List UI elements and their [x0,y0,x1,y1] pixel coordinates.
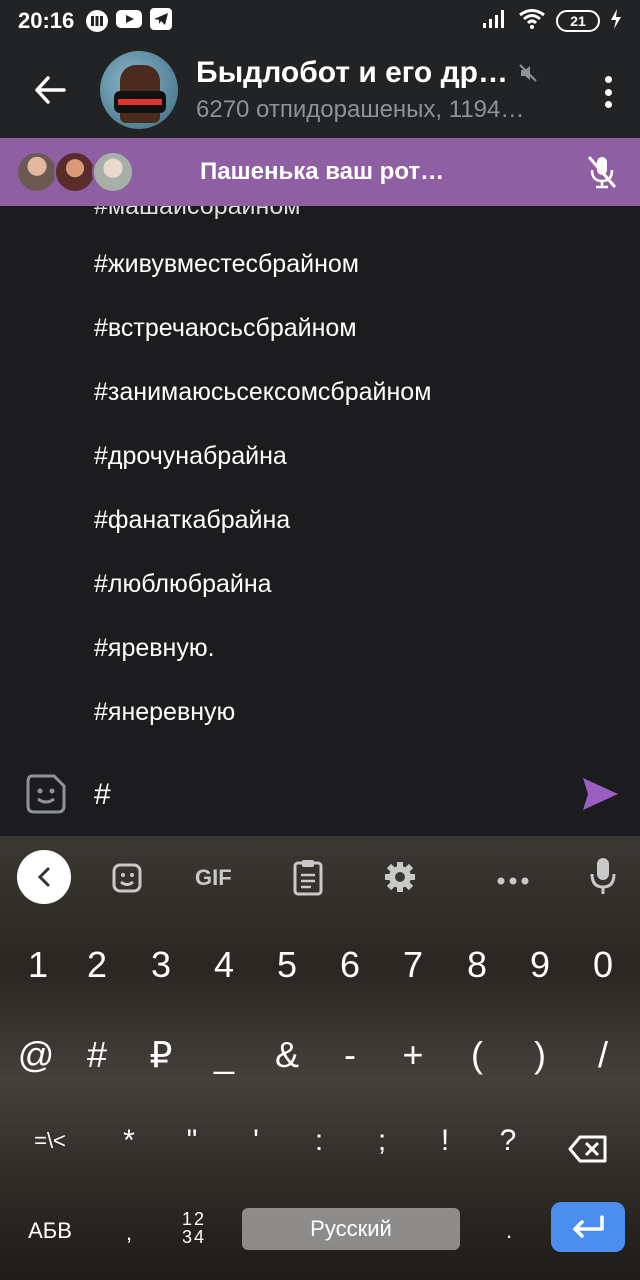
collapse-keyboard-button[interactable] [17,850,71,904]
key-minus[interactable]: - [320,1034,380,1076]
numpad-label-top: 12 [181,1209,207,1229]
muted-icon [519,64,537,82]
keyboard: GIF 1 2 3 4 5 6 7 8 9 0 @ # ₽ _ & - + ( … [0,836,640,1280]
key-single-quote[interactable]: ' [226,1124,286,1158]
participant-avatar [16,151,58,193]
gif-button[interactable]: GIF [195,865,232,891]
emoji-sticker-icon[interactable] [111,862,143,900]
key-comma[interactable]: , [99,1220,159,1246]
battery-icon: 21 [556,10,600,32]
key-more-symbols[interactable]: =\< [20,1128,80,1154]
voice-chat-title: Пашенька ваш рот… [200,158,445,185]
key-7[interactable]: 7 [383,944,443,986]
key-at[interactable]: @ [6,1034,66,1076]
message-input-bar: # [0,756,640,836]
message-text: #яревную. [94,634,215,662]
message-text: #люблюбрайна [94,570,272,598]
voice-chat-bar[interactable]: Пашенька ваш рот… [0,138,640,206]
keyboard-toolbar: GIF [0,836,640,920]
key-question[interactable]: ? [478,1124,538,1158]
key-hash[interactable]: # [67,1034,127,1076]
key-9[interactable]: 9 [510,944,570,986]
participant-avatar [54,151,96,193]
key-asterisk[interactable]: * [99,1124,159,1158]
more-horizontal-icon[interactable] [496,866,530,892]
charging-icon [610,8,622,34]
key-double-quote[interactable]: " [162,1124,222,1158]
chat-title: Быдлобот и его др… [196,56,508,89]
enter-arrow-icon [573,1215,604,1238]
backspace-icon[interactable] [558,1130,618,1172]
key-exclamation[interactable]: ! [415,1124,475,1158]
key-ruble[interactable]: ₽ [131,1034,191,1076]
message-text: #дрочунабрайна [94,442,287,470]
numpad-label-bottom: 34 [181,1227,207,1247]
key-period[interactable]: . [479,1218,539,1244]
message-text: #фанаткабрайна [94,506,291,534]
key-8[interactable]: 8 [447,944,507,986]
arrow-left-icon [35,76,66,104]
chat-subtitle: 6270 отпидорашеных, 1194… [196,96,525,123]
key-paren-close[interactable]: ) [510,1034,570,1076]
key-underscore[interactable]: _ [194,1034,254,1076]
key-abc[interactable]: АБВ [20,1218,80,1244]
message-text: #живувместесбрайном [94,250,359,278]
key-0[interactable]: 0 [573,944,633,986]
chevron-left-icon [37,867,50,887]
key-colon[interactable]: : [289,1124,349,1158]
record-icon [86,10,109,32]
key-plus[interactable]: + [383,1034,443,1076]
message-text: #машаисбрайном [94,206,301,220]
key-1[interactable]: 1 [8,944,68,986]
battery-level: 21 [556,10,600,32]
key-2[interactable]: 2 [67,944,127,986]
key-4[interactable]: 4 [194,944,254,986]
space-bar[interactable]: Русский [242,1208,460,1250]
chat-header: Быдлобот и его др… 6270 отпидорашеных, 1… [0,42,640,138]
voice-input-mic-icon[interactable] [589,856,617,902]
more-menu-button[interactable] [598,72,618,112]
back-button[interactable] [0,42,100,138]
wifi-icon [518,8,546,34]
message-input[interactable]: # [94,778,111,812]
key-semicolon[interactable]: ; [352,1124,412,1158]
voice-participants [16,138,146,206]
send-icon[interactable] [580,774,620,819]
message-text: #занимаюсьсексомсбрайном [94,378,432,406]
message-text: #встречаюсьсбрайном [94,314,357,342]
clipboard-icon[interactable] [292,858,324,902]
settings-gear-icon[interactable] [383,860,417,900]
chat-info[interactable]: Быдлобот и его др… 6270 отпидорашеных, 1… [196,56,538,124]
signal-icon [482,9,508,34]
status-time: 20:16 [18,8,75,33]
key-6[interactable]: 6 [320,944,380,986]
key-slash[interactable]: / [573,1034,633,1076]
key-ampersand[interactable]: & [257,1034,317,1076]
sticker-icon[interactable] [24,772,68,821]
chat-avatar[interactable] [100,51,178,129]
mic-off-icon[interactable] [586,154,618,195]
key-paren-open[interactable]: ( [447,1034,507,1076]
status-bar: 20:16 21 [0,0,640,42]
message-list[interactable]: #машаисбрайном #живувместесбрайном #встр… [0,206,640,756]
key-numpad[interactable]: 12 34 [176,1210,212,1246]
key-3[interactable]: 3 [131,944,191,986]
key-5[interactable]: 5 [257,944,317,986]
enter-key[interactable] [551,1202,625,1252]
youtube-icon [116,9,143,34]
participant-avatar [92,151,134,193]
message-text: #янеревную [94,698,236,726]
telegram-icon [150,7,173,35]
